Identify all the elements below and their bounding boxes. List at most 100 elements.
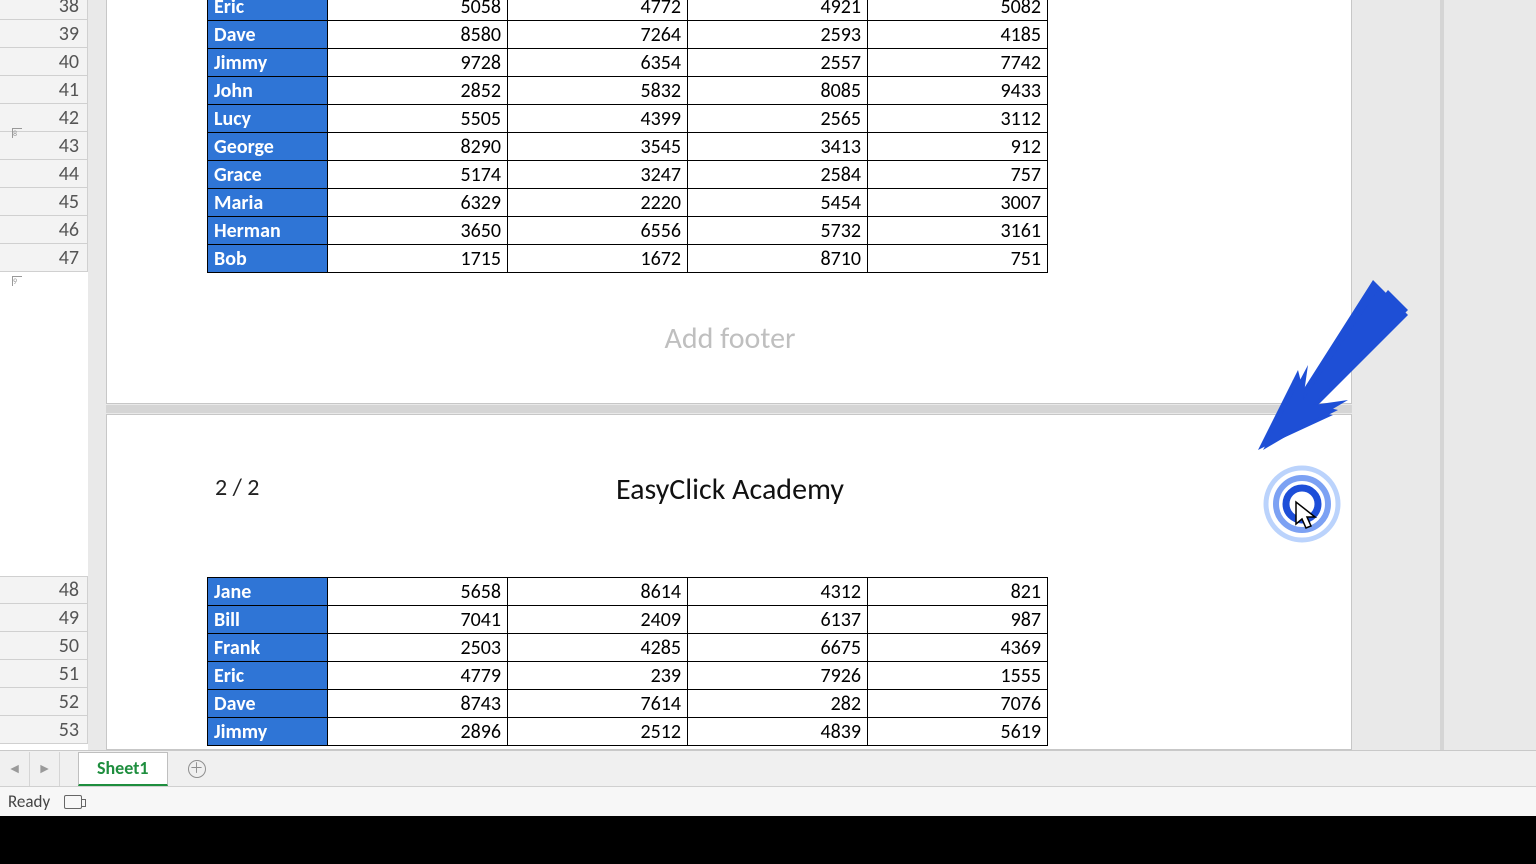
row-header[interactable]: 48	[0, 576, 88, 604]
value-cell[interactable]: 6556	[508, 217, 688, 245]
row-header[interactable]: 40	[0, 48, 88, 76]
value-cell[interactable]: 3112	[868, 105, 1048, 133]
table-row[interactable]: Frank2503428566754369	[208, 634, 1048, 662]
value-cell[interactable]: 3545	[508, 133, 688, 161]
value-cell[interactable]: 4772	[508, 0, 688, 21]
value-cell[interactable]: 3413	[688, 133, 868, 161]
add-footer-placeholder[interactable]: Add footer	[107, 320, 1353, 357]
row-header[interactable]: 45	[0, 188, 88, 216]
table-row[interactable]: Maria6329222054543007	[208, 189, 1048, 217]
value-cell[interactable]: 8710	[688, 245, 868, 273]
value-cell[interactable]: 7742	[868, 49, 1048, 77]
row-header[interactable]: 38	[0, 0, 88, 20]
table-row[interactable]: Lucy5505439925653112	[208, 105, 1048, 133]
value-cell[interactable]: 8580	[328, 21, 508, 49]
value-cell[interactable]: 8085	[688, 77, 868, 105]
row-header[interactable]: 39	[0, 20, 88, 48]
table-row[interactable]: Bob171516728710751	[208, 245, 1048, 273]
table-row[interactable]: Bill704124096137987	[208, 606, 1048, 634]
value-cell[interactable]: 3247	[508, 161, 688, 189]
value-cell[interactable]: 4185	[868, 21, 1048, 49]
table-row[interactable]: Jimmy2896251248395619	[208, 718, 1048, 746]
tab-nav-next-button[interactable]: ►	[30, 752, 60, 786]
table-row[interactable]: Dave874376142827076	[208, 690, 1048, 718]
value-cell[interactable]: 5454	[688, 189, 868, 217]
value-cell[interactable]: 912	[868, 133, 1048, 161]
value-cell[interactable]: 2584	[688, 161, 868, 189]
value-cell[interactable]: 3007	[868, 189, 1048, 217]
value-cell[interactable]: 4285	[508, 634, 688, 662]
value-cell[interactable]: 4312	[688, 578, 868, 606]
value-cell[interactable]: 5505	[328, 105, 508, 133]
table-row[interactable]: Eric5058477249215082	[208, 0, 1048, 21]
name-cell[interactable]: Jimmy	[208, 718, 328, 746]
value-cell[interactable]: 5619	[868, 718, 1048, 746]
value-cell[interactable]: 2503	[328, 634, 508, 662]
value-cell[interactable]: 7614	[508, 690, 688, 718]
value-cell[interactable]: 6329	[328, 189, 508, 217]
value-cell[interactable]: 6675	[688, 634, 868, 662]
table-row[interactable]: Grace517432472584757	[208, 161, 1048, 189]
value-cell[interactable]: 4399	[508, 105, 688, 133]
value-cell[interactable]: 7041	[328, 606, 508, 634]
row-header[interactable]: 50	[0, 632, 88, 660]
value-cell[interactable]: 2593	[688, 21, 868, 49]
table-row[interactable]: Jane565886144312821	[208, 578, 1048, 606]
name-cell[interactable]: Eric	[208, 0, 328, 21]
name-cell[interactable]: Eric	[208, 662, 328, 690]
value-cell[interactable]: 7076	[868, 690, 1048, 718]
table-row[interactable]: Dave8580726425934185	[208, 21, 1048, 49]
value-cell[interactable]: 757	[868, 161, 1048, 189]
value-cell[interactable]: 4779	[328, 662, 508, 690]
value-cell[interactable]: 5174	[328, 161, 508, 189]
table-row[interactable]: Eric477923979261555	[208, 662, 1048, 690]
row-header[interactable]: 41	[0, 76, 88, 104]
value-cell[interactable]: 282	[688, 690, 868, 718]
value-cell[interactable]: 239	[508, 662, 688, 690]
table-row[interactable]: Jimmy9728635425577742	[208, 49, 1048, 77]
value-cell[interactable]: 3650	[328, 217, 508, 245]
row-header[interactable]: 47	[0, 244, 88, 272]
value-cell[interactable]: 9433	[868, 77, 1048, 105]
value-cell[interactable]: 2565	[688, 105, 868, 133]
value-cell[interactable]: 3161	[868, 217, 1048, 245]
value-cell[interactable]: 7926	[688, 662, 868, 690]
value-cell[interactable]: 1715	[328, 245, 508, 273]
name-cell[interactable]: Dave	[208, 690, 328, 718]
tab-nav-prev-button[interactable]: ◄	[0, 752, 30, 786]
name-cell[interactable]: Jane	[208, 578, 328, 606]
value-cell[interactable]: 751	[868, 245, 1048, 273]
value-cell[interactable]: 5658	[328, 578, 508, 606]
row-header[interactable]: 46	[0, 216, 88, 244]
name-cell[interactable]: Maria	[208, 189, 328, 217]
value-cell[interactable]: 5832	[508, 77, 688, 105]
name-cell[interactable]: Bill	[208, 606, 328, 634]
sheet-tab-active[interactable]: Sheet1	[78, 752, 168, 786]
value-cell[interactable]: 2409	[508, 606, 688, 634]
sheet-canvas[interactable]: Eric5058477249215082Dave8580726425934185…	[88, 0, 1536, 750]
name-cell[interactable]: Lucy	[208, 105, 328, 133]
row-header[interactable]: 52	[0, 688, 88, 716]
name-cell[interactable]: Herman	[208, 217, 328, 245]
data-table-bottom[interactable]: Jane565886144312821Bill704124096137987Fr…	[207, 577, 1048, 746]
header-center-title[interactable]: EasyClick Academy	[107, 471, 1353, 508]
data-table-top[interactable]: Eric5058477249215082Dave8580726425934185…	[207, 0, 1048, 273]
value-cell[interactable]: 5082	[868, 0, 1048, 21]
table-row[interactable]: John2852583280859433	[208, 77, 1048, 105]
name-cell[interactable]: George	[208, 133, 328, 161]
value-cell[interactable]: 5732	[688, 217, 868, 245]
value-cell[interactable]: 4921	[688, 0, 868, 21]
table-row[interactable]: George829035453413912	[208, 133, 1048, 161]
value-cell[interactable]: 1672	[508, 245, 688, 273]
value-cell[interactable]: 6137	[688, 606, 868, 634]
name-cell[interactable]: Bob	[208, 245, 328, 273]
value-cell[interactable]: 2220	[508, 189, 688, 217]
value-cell[interactable]: 4839	[688, 718, 868, 746]
value-cell[interactable]: 2852	[328, 77, 508, 105]
table-row[interactable]: Herman3650655657323161	[208, 217, 1048, 245]
value-cell[interactable]: 8743	[328, 690, 508, 718]
name-cell[interactable]: Grace	[208, 161, 328, 189]
add-sheet-button[interactable]: ＋	[180, 752, 214, 786]
value-cell[interactable]: 6354	[508, 49, 688, 77]
value-cell[interactable]: 7264	[508, 21, 688, 49]
